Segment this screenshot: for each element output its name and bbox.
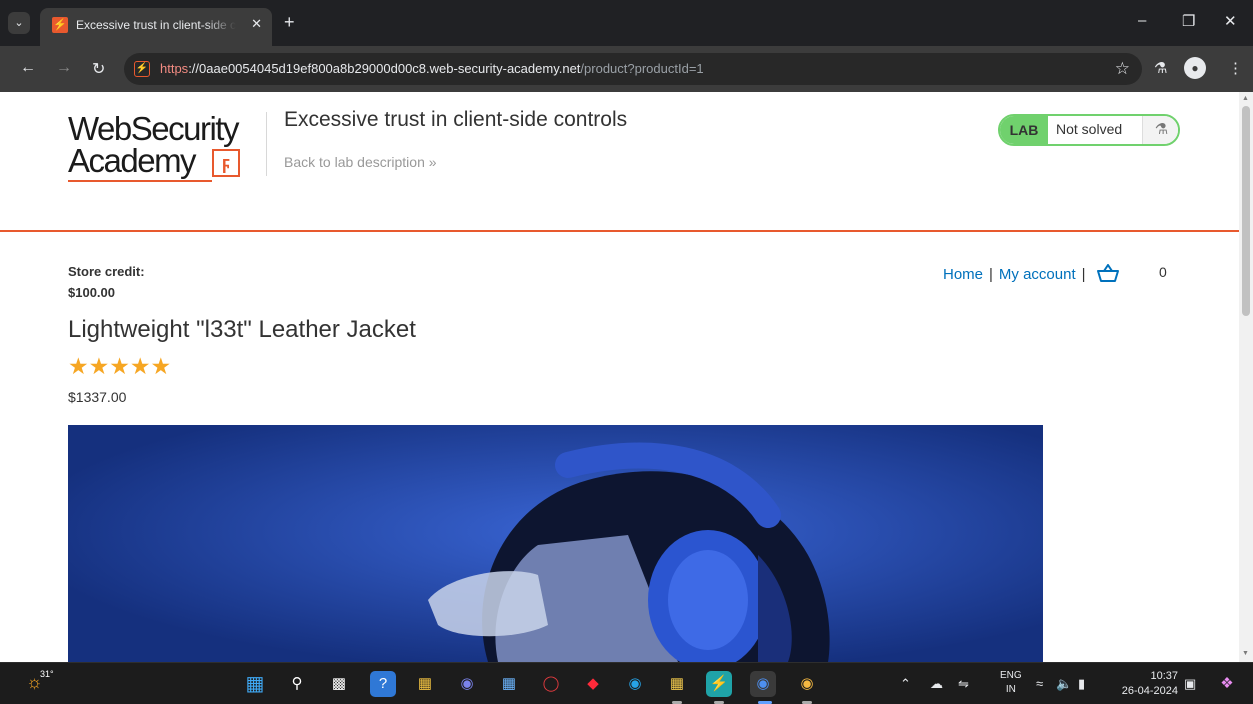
profile-avatar-icon[interactable]: ● bbox=[1184, 57, 1206, 79]
reload-icon[interactable]: ↻ bbox=[92, 59, 105, 79]
wifi-icon[interactable]: ≈ bbox=[1036, 676, 1043, 691]
header-rule bbox=[0, 230, 1239, 232]
back-to-lab-description-link[interactable]: Back to lab description » bbox=[284, 154, 437, 170]
tab-favicon-icon: ⚡ bbox=[52, 17, 68, 33]
header-divider bbox=[266, 112, 267, 176]
product-price: $1337.00 bbox=[68, 389, 127, 405]
site-info-icon[interactable]: ⚡ bbox=[134, 61, 150, 77]
new-tab-button[interactable]: + bbox=[284, 13, 295, 31]
system-clock[interactable]: 10:37 26-04-2024 bbox=[1100, 669, 1178, 699]
browser-tab-bar: ⌄ ⚡ Excessive trust in client-side co ✕ … bbox=[0, 0, 1253, 46]
task-view-icon[interactable]: ▩ bbox=[326, 671, 352, 697]
lang-code: ENG bbox=[1000, 670, 1022, 681]
browser-menu-icon[interactable]: ⋮ bbox=[1228, 59, 1243, 77]
cart-count: 0 bbox=[1159, 264, 1167, 280]
restore-window-button[interactable]: ❐ bbox=[1182, 12, 1195, 30]
copilot-icon[interactable]: ❖ bbox=[1214, 671, 1240, 697]
onedrive-icon[interactable]: ☁ bbox=[930, 676, 943, 692]
clock-time: 10:37 bbox=[1150, 670, 1178, 682]
page-scrollbar[interactable]: ▲ ▼ bbox=[1239, 92, 1253, 662]
home-link[interactable]: Home bbox=[943, 266, 983, 283]
minimize-window-button[interactable]: – bbox=[1138, 12, 1146, 29]
chrome-icon[interactable]: ◉ bbox=[750, 671, 776, 697]
close-window-button[interactable]: ✕ bbox=[1224, 12, 1237, 30]
store-credit-label: Store credit: bbox=[68, 264, 145, 279]
network-share-icon[interactable]: ⇋ bbox=[958, 676, 969, 692]
burp-suite-icon[interactable]: ⚡ bbox=[706, 671, 732, 697]
weather-temp: 31° bbox=[40, 669, 54, 679]
star-icon: ★ bbox=[88, 353, 110, 379]
tab-search-button[interactable]: ⌄ bbox=[8, 12, 30, 34]
forward-icon[interactable]: → bbox=[56, 59, 72, 77]
anydesk-icon[interactable]: ◆ bbox=[580, 671, 606, 697]
lab-status-widget: LAB Not solved ⚗ bbox=[998, 114, 1180, 146]
notification-icon[interactable]: ▣ bbox=[1184, 676, 1196, 692]
my-account-link[interactable]: My account bbox=[999, 266, 1076, 283]
product-title: Lightweight "l33t" Leather Jacket bbox=[68, 316, 416, 343]
tray-overflow-icon[interactable]: ⌃ bbox=[900, 676, 911, 692]
chrome-dev-icon[interactable]: ◉ bbox=[794, 671, 820, 697]
url-scheme: https bbox=[160, 61, 189, 76]
star-icon: ★ bbox=[150, 353, 172, 379]
url-text[interactable]: https://0aae0054045d19ef800a8b29000d00c8… bbox=[160, 61, 704, 76]
windows-taskbar: ☼ 31° ▦ ⚲ ▩ ? ▦ ◉ ▦ ◯ ◆ ◉ ▦ ⚡ ◉ ◉ ⌃ ☁ ⇋ … bbox=[0, 662, 1253, 704]
teams-icon[interactable]: ◉ bbox=[454, 671, 480, 697]
lang-region: IN bbox=[1005, 684, 1016, 695]
page-viewport: WebSecurity Academy ϝ Excessive trust in… bbox=[0, 92, 1253, 662]
url-path: /product?productId=1 bbox=[580, 61, 704, 76]
lab-title: Excessive trust in client-side controls bbox=[284, 108, 628, 131]
web-security-academy-logo[interactable]: WebSecurity Academy ϝ bbox=[68, 110, 268, 182]
mcafee-icon[interactable]: ◯ bbox=[538, 671, 564, 697]
browser-toolbar: ← → ↻ ⚡ https://0aae0054045d19ef800a8b29… bbox=[0, 46, 1253, 92]
clock-date: 26-04-2024 bbox=[1121, 685, 1178, 697]
scrollbar-thumb[interactable] bbox=[1242, 106, 1250, 316]
battery-icon[interactable]: ▮ bbox=[1078, 676, 1085, 692]
app-icon[interactable]: ▦ bbox=[664, 671, 690, 697]
tab-title: Excessive trust in client-side co bbox=[76, 18, 236, 32]
cart-icon bbox=[1096, 264, 1119, 282]
product-image bbox=[68, 425, 1043, 662]
help-app-icon[interactable]: ? bbox=[370, 671, 396, 697]
bookmark-star-icon[interactable]: ☆ bbox=[1115, 59, 1130, 79]
logo-underline bbox=[68, 180, 212, 182]
cart-link[interactable] bbox=[1092, 264, 1120, 283]
url-host: ://0aae0054045d19ef800a8b29000d00c8.web-… bbox=[188, 61, 581, 76]
scroll-down-arrow-icon[interactable]: ▼ bbox=[1242, 650, 1249, 657]
tab-close-icon[interactable]: ✕ bbox=[251, 16, 262, 32]
store-app-icon[interactable]: ▦ bbox=[496, 671, 522, 697]
star-icon: ★ bbox=[68, 353, 89, 379]
product-photo-illustration bbox=[68, 425, 1043, 662]
top-navigation: Home | My account | bbox=[943, 264, 1120, 283]
nav-separator: | bbox=[989, 266, 993, 283]
logo-bolt-icon: ϝ bbox=[212, 149, 240, 177]
store-credit-value: $100.00 bbox=[68, 285, 115, 300]
search-icon[interactable]: ⚲ bbox=[284, 671, 310, 697]
rating-stars: ★★★★★ bbox=[68, 353, 171, 380]
logo-text-line2: Academy bbox=[68, 142, 197, 179]
edge-icon[interactable]: ◉ bbox=[622, 671, 648, 697]
back-icon[interactable]: ← bbox=[20, 59, 36, 77]
lab-badge: LAB bbox=[1000, 116, 1048, 144]
language-indicator[interactable]: ENG IN bbox=[1000, 669, 1022, 697]
flask-icon: ⚗ bbox=[1142, 116, 1178, 144]
volume-muted-icon[interactable]: 🔈 bbox=[1056, 676, 1072, 692]
start-menu-icon[interactable]: ▦ bbox=[242, 671, 268, 697]
nav-separator: | bbox=[1081, 266, 1086, 283]
file-explorer-icon[interactable]: ▦ bbox=[412, 671, 438, 697]
labs-flask-icon[interactable]: ⚗ bbox=[1154, 59, 1167, 77]
star-icon: ★ bbox=[109, 353, 130, 379]
address-bar[interactable]: ⚡ https://0aae0054045d19ef800a8b29000d00… bbox=[124, 53, 1142, 85]
lab-status-text: Not solved bbox=[1056, 121, 1123, 137]
scroll-up-arrow-icon[interactable]: ▲ bbox=[1242, 95, 1249, 102]
star-icon: ★ bbox=[129, 353, 151, 379]
browser-tab[interactable]: ⚡ Excessive trust in client-side co ✕ bbox=[40, 8, 272, 46]
